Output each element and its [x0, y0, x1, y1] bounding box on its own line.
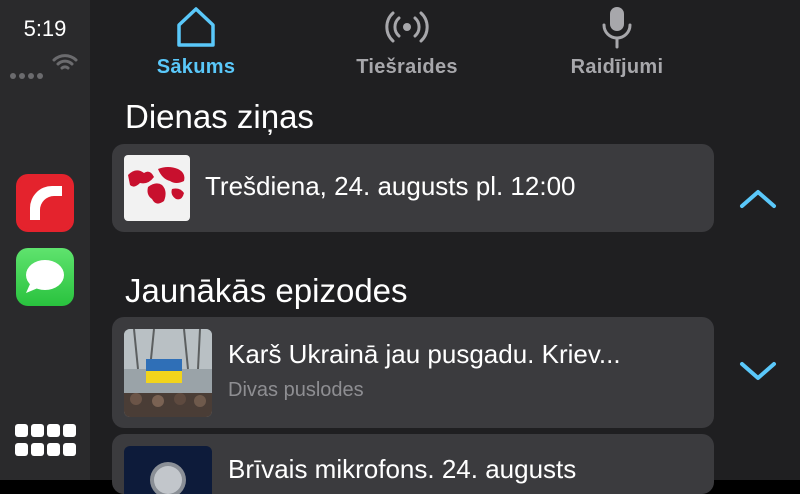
scroll-down-icon[interactable]: [738, 356, 778, 386]
tab-home-label: Sākums: [156, 56, 236, 78]
clock: 5:19: [23, 16, 67, 41]
scroll-up-icon[interactable]: [738, 184, 778, 214]
tab-live[interactable]: Tiešraides: [332, 4, 482, 79]
tab-shows-label: Raidījumi: [570, 56, 664, 78]
main-content: Sākums Tiešraides Raidījumi Dienas ziņas…: [90, 0, 800, 494]
episode-thumbnail: [124, 329, 212, 417]
microphone-icon: [602, 7, 632, 49]
episode-subtitle: Divas puslodes: [228, 379, 364, 401]
radio-logo-icon: [19, 177, 71, 229]
section-title-latest-episodes: Jaunākās epizodes: [125, 272, 408, 309]
tab-home[interactable]: Sākums: [121, 4, 271, 79]
microphone-photo-thumbnail: [124, 446, 212, 494]
home-icon: [177, 7, 215, 47]
sidebar: 5:19: [0, 0, 90, 480]
broadcast-icon: [385, 11, 429, 43]
speech-bubble-icon: [26, 260, 64, 293]
section-title-daily-news: Dienas ziņas: [125, 98, 314, 135]
episode-item[interactable]: Karš Ukrainā jau pusgadu. Kriev... Divas…: [112, 317, 714, 428]
radio-app-icon[interactable]: [16, 174, 74, 232]
app-grid-icon[interactable]: [15, 424, 77, 460]
wifi-icon: [52, 54, 78, 70]
tab-live-label: Tiešraides: [356, 56, 458, 78]
tab-bar: Sākums Tiešraides Raidījumi: [90, 0, 800, 84]
news-thumbnail: [124, 155, 190, 221]
daily-news-item[interactable]: Trešdiena, 24. augusts pl. 12:00: [112, 144, 714, 232]
daily-news-date: Trešdiena, 24. augusts pl. 12:00: [205, 171, 576, 201]
episode-title: Brīvais mikrofons. 24. augusts: [228, 454, 577, 484]
cellular-signal-icon: [10, 66, 46, 84]
episode-title: Karš Ukrainā jau pusgadu. Kriev...: [228, 339, 621, 369]
protest-photo-thumbnail: [124, 329, 212, 417]
world-map-thumbnail: [124, 155, 190, 221]
tab-shows[interactable]: Raidījumi: [542, 4, 692, 79]
messages-app-icon[interactable]: [16, 248, 74, 306]
episode-item[interactable]: Brīvais mikrofons. 24. augusts: [112, 434, 714, 494]
status-indicators: [10, 52, 80, 79]
episode-thumbnail: [124, 446, 212, 494]
